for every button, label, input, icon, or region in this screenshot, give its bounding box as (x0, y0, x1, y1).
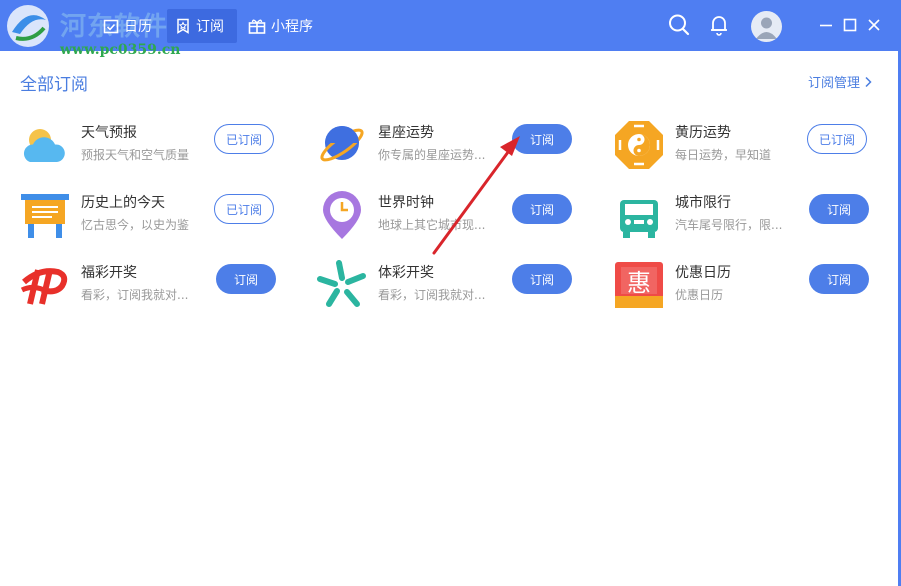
bagua-icon (615, 121, 663, 169)
tab-calendar-label: 日历 (124, 19, 152, 35)
item-name: 历史上的今天 (81, 195, 165, 211)
item-name: 体彩开奖 (378, 265, 434, 281)
chevron-right-icon (865, 76, 872, 87)
planet-icon (320, 126, 364, 162)
subscribed-button[interactable]: 已订阅 (214, 124, 274, 154)
minimize-icon[interactable] (818, 17, 834, 33)
sports-lottery-star-icon (317, 260, 366, 307)
list-item-history-today: 历史上的今天 忆古思今，以史为鉴 已订阅 (20, 188, 300, 244)
list-item-weather: 天气预报 预报天气和空气质量 已订阅 (20, 118, 300, 174)
tab-miniprogram-label: 小程序 (271, 19, 313, 35)
close-icon[interactable] (866, 17, 882, 33)
subscribe-button[interactable]: 订阅 (216, 264, 276, 294)
subscribe-button[interactable]: 订阅 (512, 264, 572, 294)
item-name: 城市限行 (675, 195, 731, 211)
item-name: 黄历运势 (675, 125, 731, 141)
tab-miniprogram[interactable]: 小程序 (240, 9, 321, 43)
list-item-horoscope: 星座运势 你专属的星座运势... 订阅 (317, 118, 597, 174)
subscribe-button[interactable]: 订阅 (512, 194, 572, 224)
item-description: 看彩，订阅我就对... (378, 288, 486, 302)
tab-calendar[interactable]: 日历 (95, 9, 160, 43)
svg-text:惠: 惠 (627, 269, 651, 297)
subscribed-button[interactable]: 已订阅 (807, 124, 867, 154)
tab-subscribe[interactable]: 订阅 (167, 9, 237, 43)
subscription-manage-link[interactable]: 订阅管理 (808, 72, 872, 91)
signboard-icon (21, 194, 69, 238)
section-title: 全部订阅 (20, 75, 88, 95)
item-description: 每日运势，早知道 (675, 148, 772, 162)
watermark-logo-icon (7, 5, 49, 47)
item-description: 优惠日历 (675, 288, 724, 302)
star-bookmark-icon (177, 18, 189, 34)
bell-icon[interactable] (709, 13, 729, 37)
subscribed-button[interactable]: 已订阅 (214, 194, 274, 224)
weather-cloud-icon (23, 129, 65, 162)
item-name: 优惠日历 (675, 265, 731, 281)
welfare-lottery-logo-icon (20, 268, 68, 305)
item-description: 忆古思今，以史为鉴 (81, 218, 190, 232)
maximize-icon[interactable] (842, 17, 858, 33)
item-description: 你专属的星座运势... (378, 148, 486, 162)
subscribe-button[interactable]: 订阅 (809, 194, 869, 224)
item-description: 看彩，订阅我就对... (81, 288, 189, 302)
item-description: 预报天气和空气质量 (81, 148, 190, 162)
item-description: 地球上其它城市现... (378, 218, 486, 232)
subscription-manage-label: 订阅管理 (808, 76, 861, 91)
subscribe-button[interactable]: 订阅 (809, 264, 869, 294)
list-item-traffic-limit: 城市限行 汽车尾号限行，限... 订阅 (614, 188, 894, 244)
search-icon[interactable] (668, 13, 690, 37)
watermark-url: www.pc0359.cn (60, 42, 181, 58)
discount-calendar-icon: 惠 (615, 262, 663, 308)
gift-box-icon (248, 19, 266, 34)
subscribe-button[interactable]: 订阅 (512, 124, 572, 154)
item-name: 世界时钟 (378, 195, 434, 211)
item-description: 汽车尾号限行，限... (675, 218, 783, 232)
item-name: 星座运势 (378, 125, 434, 141)
list-item-sports-lottery: 体彩开奖 看彩，订阅我就对... 订阅 (317, 258, 597, 314)
list-item-world-clock: 世界时钟 地球上其它城市现... 订阅 (317, 188, 597, 244)
avatar[interactable] (751, 11, 782, 42)
tab-subscribe-label: 订阅 (196, 19, 224, 35)
item-name: 天气预报 (81, 125, 137, 141)
item-name: 福彩开奖 (81, 265, 137, 281)
user-avatar-icon (756, 17, 777, 39)
location-clock-icon (323, 191, 361, 239)
list-item-discount-calendar: 惠 优惠日历 优惠日历 订阅 (614, 258, 894, 314)
list-item-welfare-lottery: 福彩开奖 看彩，订阅我就对... 订阅 (20, 258, 300, 314)
list-item-almanac: 黄历运势 每日运势，早知道 已订阅 (614, 118, 894, 174)
car-icon (620, 200, 658, 238)
calendar-icon (103, 19, 119, 34)
